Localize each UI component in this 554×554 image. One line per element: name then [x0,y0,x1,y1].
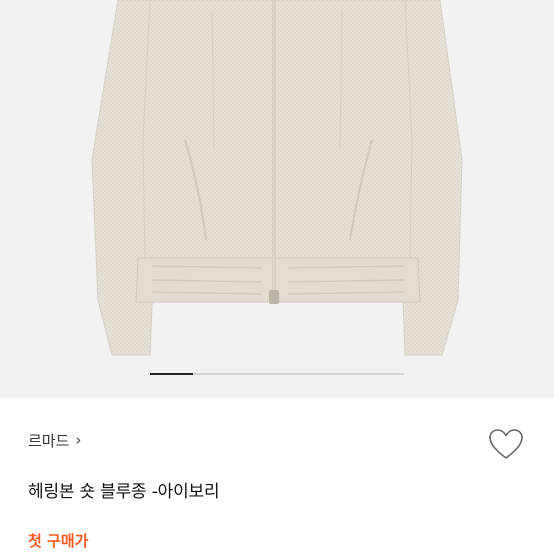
chevron-right-icon: › [75,431,82,449]
like-button[interactable] [488,428,524,460]
product-image-carousel[interactable] [0,0,554,398]
brand-name: 르마드 [28,432,70,450]
carousel-indicator-progress [150,373,194,375]
carousel-indicator [150,373,404,375]
jacket-photo [91,0,463,356]
brand-link[interactable]: 르마드 › [28,430,81,451]
product-title: 헤링본 숏 블루종 -아이보리 [28,482,220,502]
first-purchase-price-label: 첫 구매가 [28,532,89,550]
heart-outline-icon [489,429,523,459]
